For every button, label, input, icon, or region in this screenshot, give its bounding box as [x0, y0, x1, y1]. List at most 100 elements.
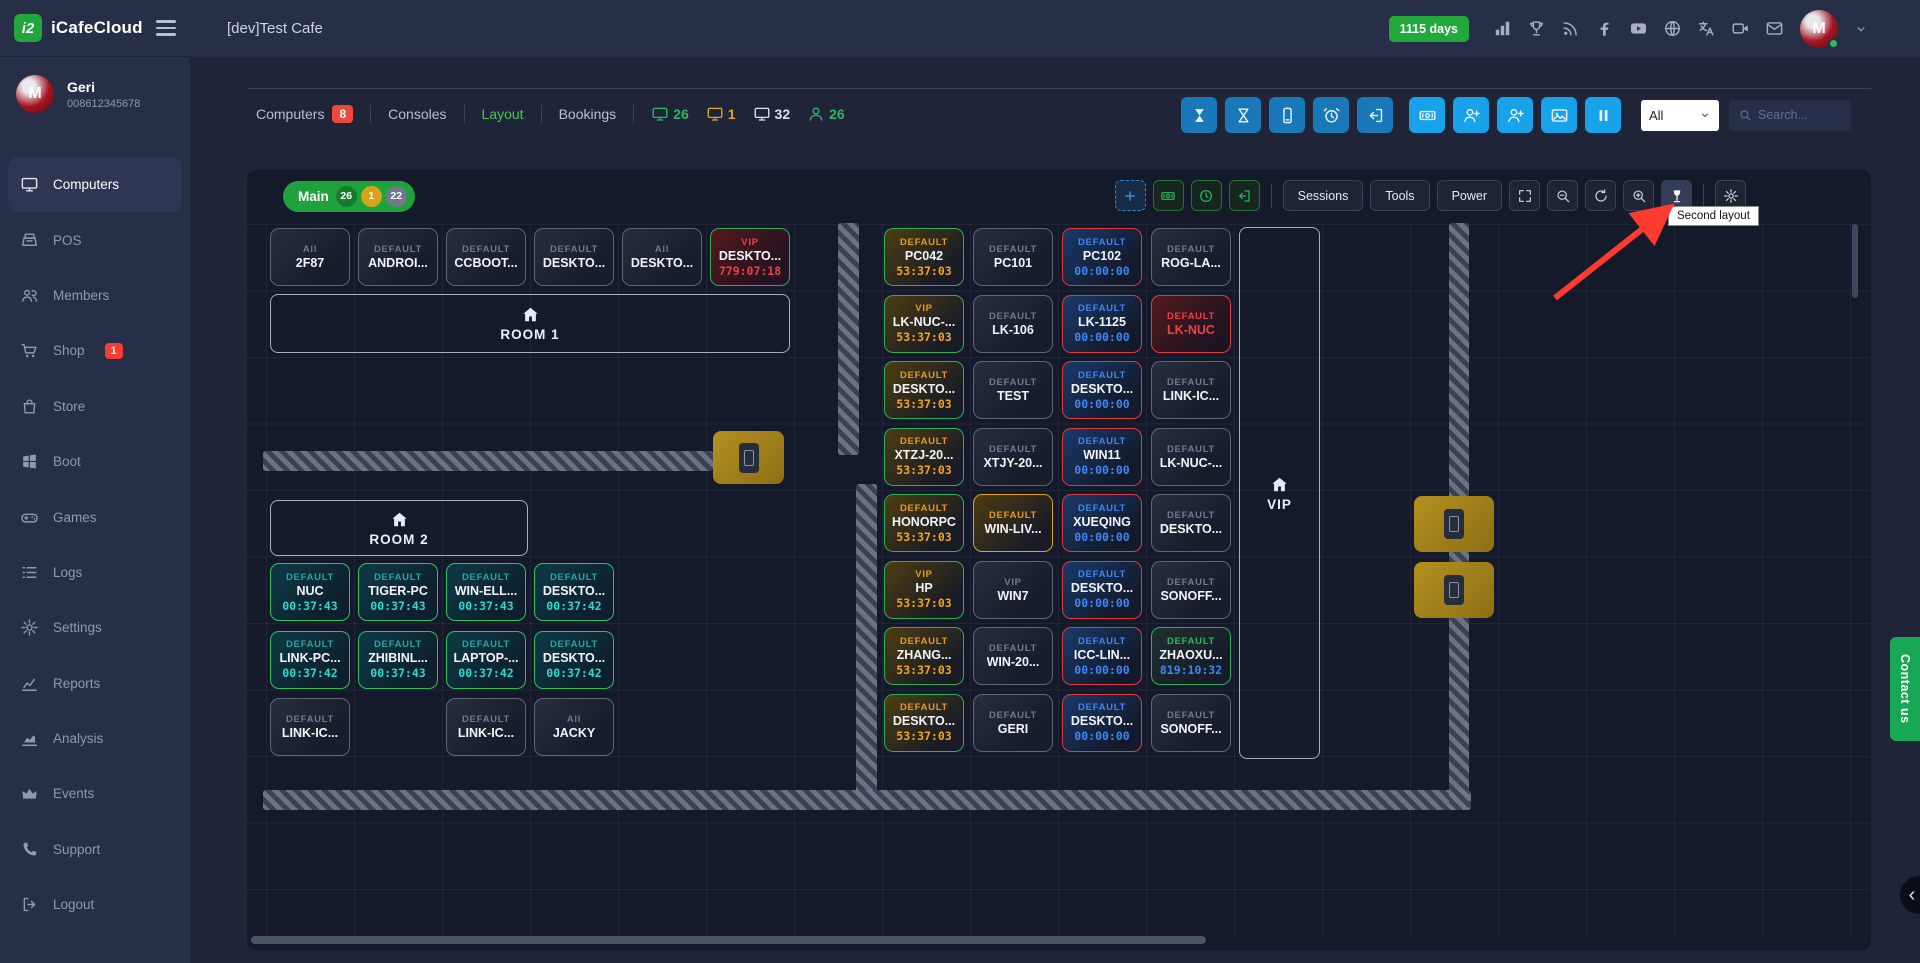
- computer-tile[interactable]: DEFAULTHONORPC53:37:03: [884, 494, 964, 552]
- computer-tile[interactable]: DEFAULTDESKTO...00:00:00: [1062, 361, 1142, 419]
- tab-computers[interactable]: Computers8: [256, 105, 353, 123]
- cash-quick-button[interactable]: [1153, 180, 1184, 211]
- rotate-button[interactable]: [1585, 180, 1616, 211]
- computer-tile[interactable]: DEFAULTZHAOXU...819:10:32: [1151, 627, 1231, 685]
- alarm-button[interactable]: [1313, 97, 1349, 133]
- computer-tile[interactable]: DEFAULTWIN-20...: [973, 627, 1053, 685]
- computer-tile[interactable]: DEFAULTSONOFF...: [1151, 694, 1231, 752]
- sitemap-icon[interactable]: [1493, 19, 1512, 38]
- console-tile[interactable]: [713, 431, 784, 484]
- computer-tile[interactable]: DEFAULTLK-NUC: [1151, 295, 1231, 353]
- sidebar-item-analysis[interactable]: Analysis: [8, 711, 182, 766]
- computer-tile[interactable]: VIPLK-NUC-...53:37:03: [884, 295, 964, 353]
- computer-tile[interactable]: DEFAULTSONOFF...: [1151, 561, 1231, 619]
- computer-tile[interactable]: VIPHP53:37:03: [884, 561, 964, 619]
- app-logo-icon[interactable]: i2: [14, 14, 42, 42]
- computer-tile[interactable]: DEFAULTDESKTO...53:37:03: [884, 361, 964, 419]
- clock-quick-button[interactable]: [1191, 180, 1222, 211]
- days-badge[interactable]: 1115 days: [1389, 16, 1469, 42]
- sessions-button[interactable]: Sessions: [1283, 180, 1364, 211]
- tab-bookings[interactable]: Bookings: [559, 106, 617, 122]
- sidebar-item-computers[interactable]: Computers: [8, 157, 182, 212]
- computer-tile[interactable]: DEFAULTWIN-ELL...00:37:43: [446, 563, 526, 621]
- computer-tile[interactable]: AllDESKTO...: [622, 228, 702, 286]
- computer-tile[interactable]: DEFAULTXTJY-20...: [973, 428, 1053, 486]
- cash-button[interactable]: [1409, 97, 1445, 133]
- facebook-icon[interactable]: [1595, 19, 1614, 38]
- pause-button[interactable]: [1585, 97, 1621, 133]
- computer-tile[interactable]: DEFAULTWIN-LIV...: [973, 494, 1053, 552]
- vertical-scrollbar[interactable]: [1852, 224, 1858, 298]
- computer-tile[interactable]: DEFAULTLK-NUC-...: [1151, 428, 1231, 486]
- console-tile[interactable]: [1414, 496, 1494, 552]
- computer-tile[interactable]: DEFAULTLK-106: [973, 295, 1053, 353]
- computer-tile[interactable]: VIPDESKTO...779:07:18: [710, 228, 790, 286]
- computer-tile[interactable]: DEFAULTXTZJ-20...53:37:03: [884, 428, 964, 486]
- computer-tile[interactable]: DEFAULTPC04253:37:03: [884, 228, 964, 286]
- hourglass-button[interactable]: [1181, 97, 1217, 133]
- hourglass-o-button[interactable]: [1225, 97, 1261, 133]
- user-avatar[interactable]: M: [1800, 10, 1838, 48]
- zoom-out-button[interactable]: [1547, 180, 1578, 211]
- translate-icon[interactable]: [1697, 19, 1716, 38]
- sidebar-item-store[interactable]: Store: [8, 379, 182, 434]
- signout-quick-button[interactable]: [1229, 180, 1260, 211]
- computer-tile[interactable]: DEFAULTDESKTO...00:00:00: [1062, 561, 1142, 619]
- computer-tile[interactable]: DEFAULTLINK-IC...: [270, 698, 350, 756]
- sidebar-item-logout[interactable]: Logout: [8, 877, 182, 932]
- photo-button[interactable]: [1541, 97, 1577, 133]
- device-button[interactable]: [1269, 97, 1305, 133]
- user-profile[interactable]: M Geri 008612345678: [0, 57, 190, 123]
- computer-tile[interactable]: All2F87: [270, 228, 350, 286]
- computer-tile[interactable]: DEFAULTWIN1100:00:00: [1062, 428, 1142, 486]
- youtube-icon[interactable]: [1629, 19, 1648, 38]
- computer-tile[interactable]: DEFAULTGERI: [973, 694, 1053, 752]
- sidebar-item-events[interactable]: Events: [8, 766, 182, 821]
- computer-tile[interactable]: DEFAULTXUEQING00:00:00: [1062, 494, 1142, 552]
- computer-tile[interactable]: DEFAULTDESKTO...00:37:42: [534, 563, 614, 621]
- computer-tile[interactable]: DEFAULTDESKTO...: [1151, 494, 1231, 552]
- add-layout-button[interactable]: [1115, 180, 1146, 211]
- computer-tile[interactable]: DEFAULTDESKTO...: [534, 228, 614, 286]
- menu-toggle-icon[interactable]: [156, 20, 176, 36]
- layout-tab-main[interactable]: Main 26122: [283, 181, 415, 212]
- computer-tile[interactable]: DEFAULTTEST: [973, 361, 1053, 419]
- rss-icon[interactable]: [1561, 19, 1580, 38]
- sidebar-item-logs[interactable]: Logs: [8, 545, 182, 600]
- sidebar-item-pos[interactable]: POS: [8, 212, 182, 267]
- computer-tile[interactable]: DEFAULTLINK-IC...: [1151, 361, 1231, 419]
- computer-tile[interactable]: DEFAULTICC-LIN...00:00:00: [1062, 627, 1142, 685]
- chevron-down-icon[interactable]: [1854, 22, 1868, 36]
- trophy-icon[interactable]: [1527, 19, 1546, 38]
- computer-tile[interactable]: DEFAULTROG-LA...: [1151, 228, 1231, 286]
- sidebar-item-boot[interactable]: Boot: [8, 434, 182, 489]
- computer-tile[interactable]: DEFAULTZHIBINL...00:37:43: [358, 631, 438, 689]
- computer-tile[interactable]: DEFAULTCCBOOT...: [446, 228, 526, 286]
- zoom-in-button[interactable]: [1623, 180, 1654, 211]
- console-tile[interactable]: [1414, 562, 1494, 618]
- computer-tile[interactable]: DEFAULTDESKTO...53:37:03: [884, 694, 964, 752]
- sidebar-item-support[interactable]: Support: [8, 822, 182, 877]
- contact-us-tab[interactable]: Contact us: [1890, 637, 1920, 741]
- filter-select[interactable]: All: [1641, 100, 1719, 131]
- computer-tile[interactable]: DEFAULTLINK-PC...00:37:42: [270, 631, 350, 689]
- user-plus-button[interactable]: [1453, 97, 1489, 133]
- sidebar-item-reports[interactable]: Reports: [8, 656, 182, 711]
- computer-tile[interactable]: DEFAULTZHANG...53:37:03: [884, 627, 964, 685]
- tab-consoles[interactable]: Consoles: [388, 106, 446, 122]
- expand-button[interactable]: [1509, 180, 1540, 211]
- computer-tile[interactable]: DEFAULTDESKTO...00:37:42: [534, 631, 614, 689]
- computer-tile[interactable]: DEFAULTNUC00:37:43: [270, 563, 350, 621]
- computer-tile[interactable]: DEFAULTANDROI...: [358, 228, 438, 286]
- search-input[interactable]: Search...: [1729, 100, 1851, 131]
- sidebar-item-members[interactable]: Members: [8, 268, 182, 323]
- sidebar-item-shop[interactable]: Shop1: [8, 323, 182, 378]
- computer-tile[interactable]: DEFAULTDESKTO...00:00:00: [1062, 694, 1142, 752]
- sidebar-item-settings[interactable]: Settings: [8, 600, 182, 655]
- sidebar-item-games[interactable]: Games: [8, 489, 182, 544]
- floor-map-canvas[interactable]: ROOM 1ROOM 2VIPAll2F87DEFAULTANDROI...DE…: [247, 222, 1871, 937]
- computer-tile[interactable]: DEFAULTLINK-IC...: [446, 698, 526, 756]
- computer-tile[interactable]: DEFAULTTIGER-PC00:37:43: [358, 563, 438, 621]
- computer-tile[interactable]: VIPWIN7: [973, 561, 1053, 619]
- tools-button[interactable]: Tools: [1370, 180, 1429, 211]
